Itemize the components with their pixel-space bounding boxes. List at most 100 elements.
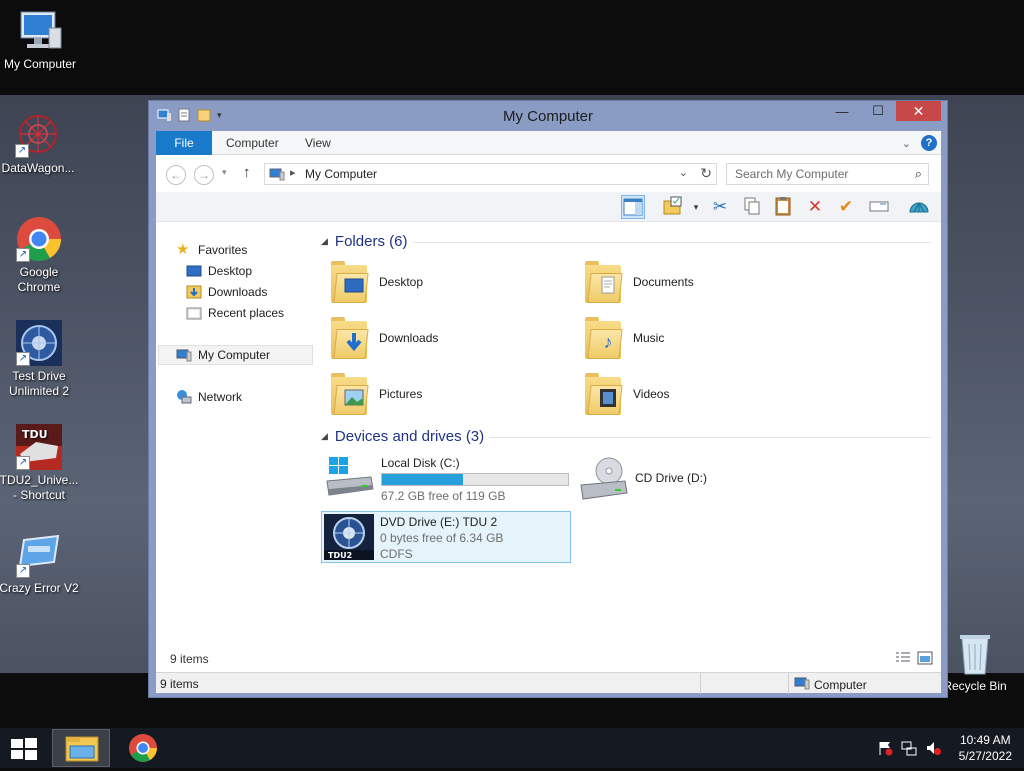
nav-favorites[interactable]: ★ Favorites — [176, 240, 247, 260]
taskbar: 10:49 AM 5/27/2022 — [0, 728, 1024, 768]
network-icon[interactable] — [901, 740, 917, 756]
folder-label: Desktop — [379, 275, 424, 289]
search-box[interactable]: Search My Computer ⌕ — [726, 163, 929, 185]
nav-downloads[interactable]: Downloads — [186, 282, 267, 302]
search-icon[interactable]: ⌕ — [915, 166, 922, 182]
drive-name: CD Drive (D:) — [635, 471, 707, 485]
folder-item-desktop[interactable]: Desktop — [329, 259, 423, 305]
tab-view[interactable]: View — [291, 131, 345, 155]
folder-item-videos[interactable]: Videos — [583, 371, 669, 417]
content-pane: ◢ Folders (6) Desktop Documents Download… — [321, 223, 936, 653]
group-divider — [489, 437, 931, 438]
tab-computer[interactable]: Computer — [212, 131, 293, 155]
nav-desktop[interactable]: Desktop — [186, 261, 252, 281]
folder-item-documents[interactable]: Documents — [583, 259, 694, 305]
volume-muted-icon[interactable] — [925, 740, 941, 756]
film-icon — [597, 387, 619, 409]
paste-clipboard-icon[interactable] — [771, 195, 795, 219]
nav-my-computer[interactable]: My Computer — [158, 345, 313, 365]
desktop-icon — [343, 275, 365, 297]
nav-recent-places[interactable]: Recent places — [186, 303, 284, 323]
minimize-button[interactable]: — — [824, 101, 860, 121]
refresh-icon[interactable]: ↻ — [700, 165, 712, 182]
nav-network[interactable]: Network — [176, 387, 242, 407]
checkmark-icon[interactable]: ✔ — [834, 195, 858, 219]
drive-item-d[interactable]: CD Drive (D:) — [579, 455, 707, 501]
drive-name: DVD Drive (E:) TDU 2 — [380, 515, 498, 529]
delete-x-icon[interactable]: ✕ — [803, 195, 827, 219]
expand-ribbon-icon[interactable]: ⌄ — [902, 137, 911, 150]
shortcut-arrow-icon: ↗ — [16, 352, 30, 366]
navigation-bar: ← → ▾ ↑ ▸ My Computer ⌄ ↻ Search My Comp… — [156, 156, 941, 192]
status-item-count: 9 items — [160, 677, 199, 691]
rename-field-icon[interactable] — [867, 195, 891, 219]
drive-usage-bar — [381, 473, 569, 486]
folder-icon — [583, 259, 623, 305]
taskbar-chrome[interactable] — [114, 729, 172, 767]
back-arrow-icon[interactable]: ← — [166, 165, 186, 185]
group-title: Devices and drives (3) — [334, 428, 485, 445]
help-icon[interactable]: ? — [921, 135, 937, 151]
search-input[interactable]: Search My Computer — [735, 167, 848, 181]
nav-label: My Computer — [198, 348, 271, 362]
folder-item-music[interactable]: ♪ Music — [583, 315, 664, 361]
drive-free-space: 67.2 GB free of 119 GB — [381, 489, 506, 503]
desktop-icon-tdu2-shortcut[interactable]: TDU ↗ TDU2_Unive... - Shortcut — [0, 424, 79, 503]
folder-checkbox-icon[interactable] — [661, 195, 685, 219]
close-button[interactable]: ✕ — [896, 101, 941, 121]
details-view-icon[interactable] — [895, 651, 911, 665]
folder-item-downloads[interactable]: Downloads — [329, 315, 438, 361]
folder-icon: ♪ — [583, 315, 623, 361]
folder-item-pictures[interactable]: Pictures — [329, 371, 422, 417]
breadcrumb[interactable]: My Computer — [305, 167, 377, 181]
nav-label: Recent places — [208, 306, 285, 320]
desktop-icon-google-chrome[interactable]: ↗ Google Chrome — [0, 216, 79, 295]
desktop-icon-datawagon[interactable]: ↗ DataWagon... — [0, 112, 78, 176]
action-center-flag-icon[interactable] — [877, 740, 893, 756]
desktop-icon — [186, 263, 202, 279]
window-body: File Computer View ⌄ ? ← → ▾ ↑ ▸ My Comp… — [156, 131, 941, 694]
folder-label: Pictures — [379, 387, 423, 401]
recent-locations-dropdown-icon[interactable]: ▾ — [222, 167, 227, 178]
collapse-triangle-icon[interactable]: ◢ — [321, 236, 328, 247]
copy-icon[interactable] — [740, 195, 764, 219]
clock-time: 10:49 AM — [959, 733, 1011, 747]
desktop-icon-crazy-error[interactable]: ↗ Crazy Error V2 — [0, 532, 79, 596]
maximize-button[interactable]: ☐ — [860, 101, 896, 121]
tdu2-game-icon: TDU ↗ — [16, 424, 62, 470]
nav-label: Desktop — [208, 264, 253, 278]
status-zone: Computer — [814, 677, 867, 692]
large-icons-view-icon[interactable] — [917, 651, 933, 665]
start-windows-icon[interactable] — [10, 737, 38, 761]
shortcut-arrow-icon: ↗ — [16, 248, 30, 262]
drive-item-e[interactable]: TDU2 DVD Drive (E:) TDU 2 0 bytes free o… — [321, 511, 571, 563]
breadcrumb-chevron-icon[interactable]: ▸ — [290, 166, 296, 179]
group-header-devices[interactable]: ◢ Devices and drives (3) — [321, 428, 484, 445]
desktop-icon-label: Test Drive Unlimited 2 — [8, 369, 70, 398]
group-header-folders[interactable]: ◢ Folders (6) — [321, 233, 407, 250]
drive-free-space: 0 bytes free of 6.34 GB — [380, 531, 504, 545]
desktop-icon-my-computer[interactable]: My Computer — [0, 8, 80, 72]
tdu2-icon: ↗ — [16, 320, 62, 366]
status-divider — [788, 673, 789, 694]
address-bar[interactable]: ▸ My Computer ⌄ ↻ — [264, 163, 717, 185]
preview-pane-icon[interactable] — [621, 195, 645, 219]
address-dropdown-icon[interactable]: ⌄ — [679, 166, 688, 179]
network-icon — [176, 389, 192, 405]
up-arrow-icon[interactable]: ↑ — [243, 164, 251, 181]
drive-item-c[interactable]: Local Disk (C:) 67.2 GB free of 119 GB — [325, 455, 569, 504]
clock[interactable]: 10:49 AM 5/27/2022 — [959, 732, 1012, 764]
title-bar[interactable]: ▾ My Computer — ☐ ✕ — [149, 101, 947, 131]
options-dropdown-icon[interactable]: ▾ — [684, 195, 708, 219]
forward-arrow-icon[interactable]: → — [194, 165, 214, 185]
collapse-triangle-icon[interactable]: ◢ — [321, 431, 328, 442]
cut-scissors-icon[interactable]: ✂ — [708, 195, 732, 219]
desktop-icon-test-drive-unlimited-2[interactable]: ↗ Test Drive Unlimited 2 — [0, 320, 79, 399]
shell-icon[interactable] — [907, 195, 931, 219]
folder-icon — [329, 371, 369, 417]
taskbar-file-explorer[interactable] — [52, 729, 110, 767]
tab-file[interactable]: File — [156, 131, 212, 155]
computer-small-icon — [269, 167, 285, 184]
shortcut-arrow-icon: ↗ — [15, 144, 29, 158]
clock-date: 5/27/2022 — [958, 749, 1012, 763]
